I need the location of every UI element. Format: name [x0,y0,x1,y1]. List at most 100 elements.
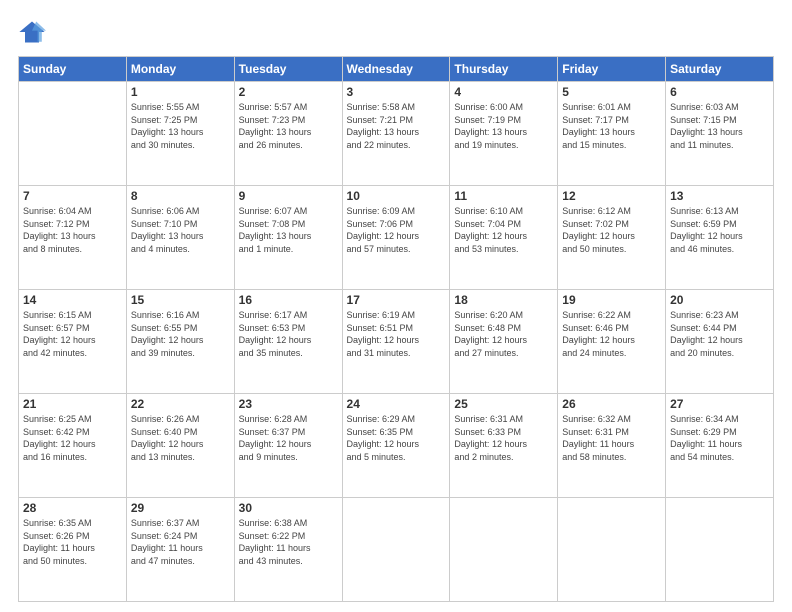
calendar-cell: 16Sunrise: 6:17 AM Sunset: 6:53 PM Dayli… [234,290,342,394]
day-info: Sunrise: 6:03 AM Sunset: 7:15 PM Dayligh… [670,101,769,151]
day-number: 17 [347,293,446,307]
day-number: 6 [670,85,769,99]
weekday-header: Monday [126,57,234,82]
day-info: Sunrise: 6:01 AM Sunset: 7:17 PM Dayligh… [562,101,661,151]
calendar-cell: 26 Sunrise: 6:32 AM Sunset: 6:31 PM Dayli… [558,394,666,498]
weekday-header: Thursday [450,57,558,82]
day-number: 26 [562,397,661,411]
calendar-cell: 15 Sunrise: 6:16 AM Sunset: 6:55 PM Dayli… [126,290,234,394]
day-number: 5 [562,85,661,99]
day-number: 20 [670,293,769,307]
day-info: Sunrise: 6:12 AM Sunset: 7:02 PM Dayligh… [562,205,661,255]
calendar-header-row: SundayMondayTuesdayWednesdayThursdayFrid… [19,57,774,82]
calendar-cell [342,498,450,602]
day-number: 2 [239,85,338,99]
day-number: 16 [239,293,338,307]
weekday-header: Friday [558,57,666,82]
logo [18,18,48,46]
day-number: 13 [670,189,769,203]
calendar-cell: 3 Sunrise: 5:58 AM Sunset: 7:21 PM Daylig… [342,82,450,186]
calendar-cell [558,498,666,602]
day-info: Sunrise: 6:26 AM Sunset: 6:40 PM Dayligh… [131,413,230,463]
weekday-header: Saturday [666,57,774,82]
day-number: 7 [23,189,122,203]
calendar-week-row: 14 Sunrise: 6:15 AM Sunset: 6:57 PM Dayli… [19,290,774,394]
calendar-cell: 14 Sunrise: 6:15 AM Sunset: 6:57 PM Dayli… [19,290,127,394]
calendar-cell: 8Sunrise: 6:06 AM Sunset: 7:10 PM Daylig… [126,186,234,290]
calendar: SundayMondayTuesdayWednesdayThursdayFrid… [18,56,774,602]
calendar-cell: 25 Sunrise: 6:31 AM Sunset: 6:33 PM Dayli… [450,394,558,498]
calendar-cell: 2 Sunrise: 5:57 AM Sunset: 7:23 PM Daylig… [234,82,342,186]
day-info: Sunrise: 6:25 AM Sunset: 6:42 PM Dayligh… [23,413,122,463]
day-info: Sunrise: 6:22 AM Sunset: 6:46 PM Dayligh… [562,309,661,359]
day-number: 28 [23,501,122,515]
day-info: Sunrise: 6:04 AM Sunset: 7:12 PM Dayligh… [23,205,122,255]
day-info: Sunrise: 5:55 AM Sunset: 7:25 PM Dayligh… [131,101,230,151]
day-number: 23 [239,397,338,411]
calendar-cell: 12 Sunrise: 6:12 AM Sunset: 7:02 PM Dayli… [558,186,666,290]
day-number: 22 [131,397,230,411]
day-info: Sunrise: 5:57 AM Sunset: 7:23 PM Dayligh… [239,101,338,151]
day-number: 19 [562,293,661,307]
day-number: 11 [454,189,553,203]
day-info: Sunrise: 6:19 AM Sunset: 6:51 PM Dayligh… [347,309,446,359]
calendar-cell: 24 Sunrise: 6:29 AM Sunset: 6:35 PM Dayli… [342,394,450,498]
calendar-cell: 29 Sunrise: 6:37 AM Sunset: 6:24 PM Dayli… [126,498,234,602]
day-info: Sunrise: 6:16 AM Sunset: 6:55 PM Dayligh… [131,309,230,359]
calendar-cell [19,82,127,186]
day-number: 29 [131,501,230,515]
calendar-cell: 13Sunrise: 6:13 AM Sunset: 6:59 PM Dayli… [666,186,774,290]
calendar-cell: 10Sunrise: 6:09 AM Sunset: 7:06 PM Dayli… [342,186,450,290]
calendar-cell: 5 Sunrise: 6:01 AM Sunset: 7:17 PM Daylig… [558,82,666,186]
weekday-header: Tuesday [234,57,342,82]
day-info: Sunrise: 6:31 AM Sunset: 6:33 PM Dayligh… [454,413,553,463]
calendar-cell [450,498,558,602]
day-number: 25 [454,397,553,411]
day-number: 3 [347,85,446,99]
calendar-cell: 28 Sunrise: 6:35 AM Sunset: 6:26 PM Dayli… [19,498,127,602]
day-number: 18 [454,293,553,307]
day-info: Sunrise: 6:32 AM Sunset: 6:31 PM Dayligh… [562,413,661,463]
calendar-cell: 22 Sunrise: 6:26 AM Sunset: 6:40 PM Dayli… [126,394,234,498]
day-info: Sunrise: 6:20 AM Sunset: 6:48 PM Dayligh… [454,309,553,359]
day-info: Sunrise: 6:38 AM Sunset: 6:22 PM Dayligh… [239,517,338,567]
day-info: Sunrise: 6:06 AM Sunset: 7:10 PM Dayligh… [131,205,230,255]
day-info: Sunrise: 6:35 AM Sunset: 6:26 PM Dayligh… [23,517,122,567]
calendar-week-row: 21 Sunrise: 6:25 AM Sunset: 6:42 PM Dayli… [19,394,774,498]
weekday-header: Sunday [19,57,127,82]
calendar-cell: 11 Sunrise: 6:10 AM Sunset: 7:04 PM Dayli… [450,186,558,290]
day-info: Sunrise: 5:58 AM Sunset: 7:21 PM Dayligh… [347,101,446,151]
day-number: 30 [239,501,338,515]
calendar-cell: 17 Sunrise: 6:19 AM Sunset: 6:51 PM Dayli… [342,290,450,394]
day-number: 14 [23,293,122,307]
calendar-cell: 20Sunrise: 6:23 AM Sunset: 6:44 PM Dayli… [666,290,774,394]
day-number: 21 [23,397,122,411]
calendar-cell: 6 Sunrise: 6:03 AM Sunset: 7:15 PM Daylig… [666,82,774,186]
calendar-cell: 30 Sunrise: 6:38 AM Sunset: 6:22 PM Dayli… [234,498,342,602]
day-number: 27 [670,397,769,411]
calendar-cell: 27Sunrise: 6:34 AM Sunset: 6:29 PM Dayli… [666,394,774,498]
calendar-week-row: 28 Sunrise: 6:35 AM Sunset: 6:26 PM Dayli… [19,498,774,602]
day-info: Sunrise: 6:29 AM Sunset: 6:35 PM Dayligh… [347,413,446,463]
calendar-week-row: 7 Sunrise: 6:04 AM Sunset: 7:12 PM Daylig… [19,186,774,290]
day-info: Sunrise: 6:37 AM Sunset: 6:24 PM Dayligh… [131,517,230,567]
weekday-header: Wednesday [342,57,450,82]
calendar-cell: 7 Sunrise: 6:04 AM Sunset: 7:12 PM Daylig… [19,186,127,290]
day-number: 10 [347,189,446,203]
calendar-cell: 21 Sunrise: 6:25 AM Sunset: 6:42 PM Dayli… [19,394,127,498]
day-info: Sunrise: 6:28 AM Sunset: 6:37 PM Dayligh… [239,413,338,463]
day-number: 9 [239,189,338,203]
day-info: Sunrise: 6:15 AM Sunset: 6:57 PM Dayligh… [23,309,122,359]
day-info: Sunrise: 6:00 AM Sunset: 7:19 PM Dayligh… [454,101,553,151]
calendar-cell: 9Sunrise: 6:07 AM Sunset: 7:08 PM Daylig… [234,186,342,290]
day-number: 15 [131,293,230,307]
day-number: 4 [454,85,553,99]
calendar-week-row: 1Sunrise: 5:55 AM Sunset: 7:25 PM Daylig… [19,82,774,186]
day-number: 12 [562,189,661,203]
header [18,18,774,46]
day-number: 24 [347,397,446,411]
calendar-cell: 23 Sunrise: 6:28 AM Sunset: 6:37 PM Dayli… [234,394,342,498]
calendar-cell: 1Sunrise: 5:55 AM Sunset: 7:25 PM Daylig… [126,82,234,186]
day-info: Sunrise: 6:10 AM Sunset: 7:04 PM Dayligh… [454,205,553,255]
calendar-cell [666,498,774,602]
